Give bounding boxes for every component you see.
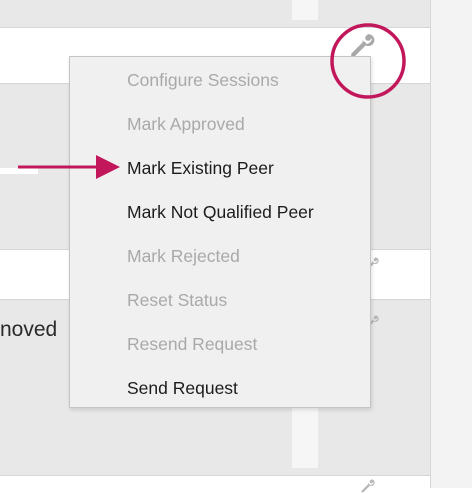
menu-item-send-request[interactable]: Send Request bbox=[127, 377, 238, 399]
menu-item-mark-approved[interactable]: Mark Approved bbox=[127, 113, 245, 135]
table-column-strip bbox=[292, 408, 318, 468]
menu-item-configure-sessions[interactable]: Configure Sessions bbox=[127, 69, 279, 91]
wrench-icon[interactable] bbox=[360, 478, 376, 494]
menu-item-mark-not-qualified-peer[interactable]: Mark Not Qualified Peer bbox=[127, 201, 314, 223]
arrow-right-icon bbox=[18, 155, 120, 179]
menu-item-mark-existing-peer[interactable]: Mark Existing Peer bbox=[127, 157, 274, 179]
table-cell-text: noved bbox=[0, 318, 58, 341]
side-panel bbox=[430, 0, 472, 488]
row-actions-menu: Configure Sessions Mark Approved Mark Ex… bbox=[69, 56, 371, 408]
table-column-strip bbox=[292, 0, 318, 20]
menu-item-mark-rejected[interactable]: Mark Rejected bbox=[127, 245, 240, 267]
menu-item-resend-request[interactable]: Resend Request bbox=[127, 333, 257, 355]
highlight-circle bbox=[330, 23, 406, 99]
menu-item-reset-status[interactable]: Reset Status bbox=[127, 289, 227, 311]
